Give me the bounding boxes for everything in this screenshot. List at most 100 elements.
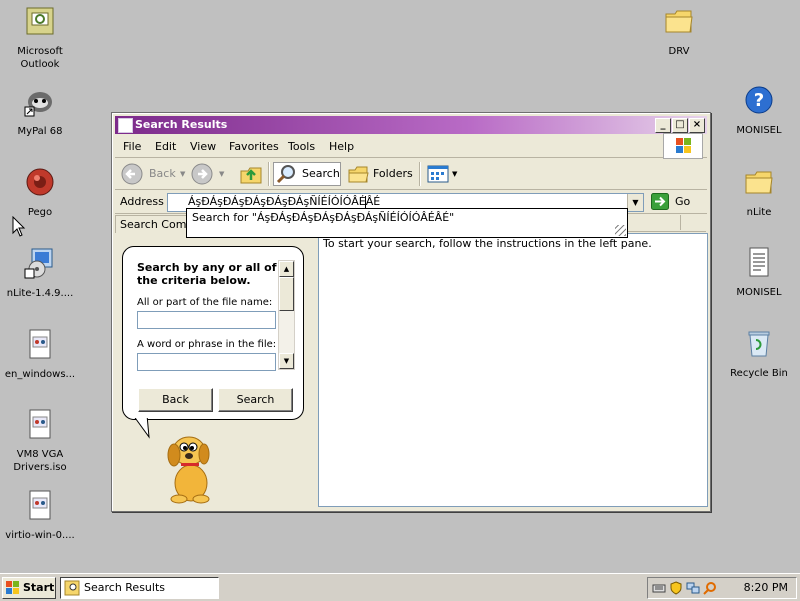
up-folder-icon [240, 167, 262, 184]
bubble-tail [132, 415, 150, 439]
start-label: Start [23, 581, 55, 594]
network-tray-icon[interactable] [686, 581, 700, 595]
pego-icon [26, 168, 54, 196]
back-button-pane[interactable]: Back [138, 388, 213, 412]
back-dropdown-icon: ▼ [180, 170, 186, 178]
search-button[interactable]: Search [273, 162, 341, 186]
toolbar-separator [268, 162, 270, 186]
address-dropdown-icon[interactable]: ▼ [627, 194, 643, 211]
desktop-icon-pego[interactable]: Pego [0, 166, 80, 219]
search-submit-button[interactable]: Search [218, 388, 293, 412]
close-button[interactable]: × [689, 118, 705, 133]
desktop-icon-label: Recycle Bin [730, 368, 788, 379]
start-button[interactable]: Start [2, 577, 56, 599]
text-file-icon [749, 247, 769, 277]
taskbar-button-search-results[interactable]: Search Results [60, 577, 219, 599]
forward-dropdown-icon: ▼ [219, 170, 225, 178]
window-title: Search Results [135, 118, 228, 131]
iso-file-icon [29, 409, 51, 439]
menu-help[interactable]: Help [329, 140, 354, 153]
go-label: Go [675, 195, 691, 208]
scroll-down-button[interactable]: ▼ [279, 353, 294, 369]
search-results-window[interactable]: Search Results _ □ × File Edit View Favo… [111, 112, 711, 512]
menu-bar: File Edit View Favorites Tools Help [115, 133, 707, 159]
taskbar: Start Search Results 8:20 PM [0, 573, 800, 601]
results-pane[interactable]: To start your search, follow the instruc… [318, 233, 708, 507]
desktop-icon-virtio[interactable]: virtio-win-0.... [0, 489, 80, 542]
security-shield-tray-icon[interactable] [669, 581, 683, 595]
scroll-thumb[interactable] [279, 277, 294, 311]
results-hint: To start your search, follow the instruc… [323, 237, 652, 250]
criteria-scrollbar[interactable]: ▲ ▼ [278, 260, 295, 370]
go-arrow-icon [651, 193, 669, 210]
desktop-icon-mypal[interactable]: MyPal 68 [0, 85, 80, 138]
desktop-icon-outlook[interactable]: Microsoft Outlook [0, 5, 80, 71]
help-icon: ? [745, 86, 773, 114]
desktop-icon-nlite-setup[interactable]: nLite-1.4.9.... [0, 247, 80, 300]
windows-logo-icon [663, 133, 703, 159]
views-button[interactable]: ▼ [425, 162, 461, 186]
keyboard-tray-icon[interactable] [652, 581, 666, 595]
menu-favorites[interactable]: Favorites [229, 140, 279, 153]
folder-icon [745, 171, 773, 194]
back-button[interactable]: Back ▼ [119, 162, 186, 186]
search-companion-pane: Search Compa Search by any or all of the… [115, 215, 315, 505]
back-label: Back [149, 167, 176, 180]
mypal-icon [24, 92, 52, 117]
phrase-label: A word or phrase in the file: [137, 339, 277, 350]
recycle-bin-icon [748, 331, 770, 357]
desktop-icon-nlite-folder[interactable]: nLite [719, 166, 799, 219]
desktop-icon-vm8-vga[interactable]: VM8 VGA Drivers.iso [0, 408, 80, 474]
filename-input[interactable] [137, 311, 276, 329]
standard-toolbar: Back ▼ ▼ Search Folders ▼ [115, 159, 707, 190]
window-titlebar[interactable]: Search Results _ □ × [115, 116, 707, 134]
search-tray-icon[interactable] [703, 581, 717, 595]
magnifier-icon [276, 165, 295, 184]
menu-edit[interactable]: Edit [155, 140, 176, 153]
search-dog-icon [167, 436, 210, 504]
menu-file[interactable]: File [123, 140, 141, 153]
resize-grip[interactable] [615, 225, 626, 236]
window-search-icon [118, 118, 133, 133]
menu-view[interactable]: View [190, 140, 216, 153]
search-label: Search [302, 167, 340, 180]
desktop-icon-label: MONISEL [736, 287, 782, 298]
desktop-icon-label: nLite [746, 207, 772, 218]
filename-label: All or part of the file name: [137, 297, 273, 308]
views-dropdown-icon: ▼ [452, 170, 458, 178]
minimize-button[interactable]: _ [655, 118, 671, 133]
iso-file-icon [29, 329, 51, 359]
task-label: Search Results [84, 581, 166, 594]
desktop-icon-label: virtio-win-0.... [5, 530, 75, 541]
views-icon [427, 165, 449, 183]
folders-label: Folders [373, 167, 413, 180]
maximize-button[interactable]: □ [672, 118, 688, 133]
up-folder-button[interactable] [238, 162, 264, 186]
go-button[interactable]: Go [651, 193, 701, 211]
toolbar-separator [419, 162, 421, 186]
desktop-icon-monisel-help[interactable]: ? MONISEL [719, 84, 799, 137]
forward-arrow-icon [191, 163, 213, 185]
nlite-setup-icon [24, 248, 53, 279]
desktop-icon-recycle-bin[interactable]: Recycle Bin [719, 327, 799, 380]
mouse-pointer-icon [12, 216, 26, 237]
forward-button[interactable]: ▼ [189, 162, 231, 186]
svg-text:?: ? [754, 90, 764, 111]
folders-icon [348, 166, 369, 183]
phrase-input[interactable] [137, 353, 276, 371]
autocomplete-item[interactable]: Search for "ÁşĐÁşĐÁşĐÁşĐÁşĐÁşÑÍÉÍÓÍÓÂÉÂÉ… [192, 211, 454, 224]
address-autocomplete-dropdown[interactable]: Search for "ÁşĐÁşĐÁşĐÁşĐÁşĐÁşÑÍÉÍÓÍÓÂÉÂÉ… [186, 208, 628, 238]
menu-tools[interactable]: Tools [288, 140, 315, 153]
folders-button[interactable]: Folders [345, 162, 413, 186]
criteria-heading: Search by any or all of the criteria bel… [137, 261, 277, 287]
back-arrow-icon [121, 163, 143, 185]
desktop-icon-label: MyPal 68 [17, 126, 63, 137]
desktop-icon-monisel-file[interactable]: MONISEL [719, 246, 799, 299]
desktop-icon-en-windows[interactable]: en_windows... [0, 328, 80, 381]
desktop-icon-label: VM8 VGA Drivers.iso [13, 449, 67, 473]
desktop-icon-drv[interactable]: DRV [639, 5, 719, 58]
desktop-icon-label: DRV [668, 46, 690, 57]
search-criteria-bubble: Search by any or all of the criteria bel… [122, 246, 304, 420]
folder-icon [665, 10, 693, 33]
scroll-up-button[interactable]: ▲ [279, 261, 294, 277]
